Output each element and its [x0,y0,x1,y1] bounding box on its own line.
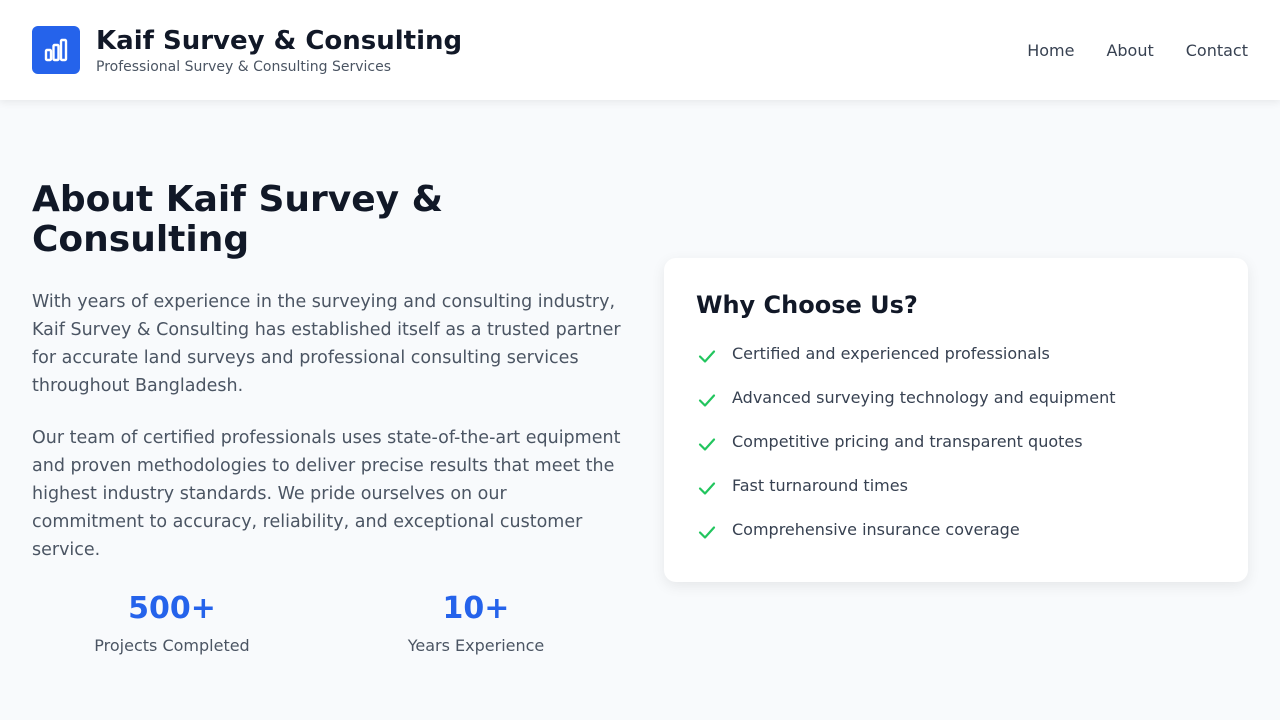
feature-text: Fast turnaround times [732,476,908,495]
check-icon [698,394,716,407]
nav-about-link[interactable]: About [1106,41,1153,60]
about-content: About Kaif Survey & Consulting With year… [32,180,622,564]
brand[interactable]: Kaif Survey & Consulting Professional Su… [32,26,462,75]
feature-text: Certified and experienced professionals [732,344,1050,363]
nav-contact-link[interactable]: Contact [1186,41,1248,60]
list-item: Competitive pricing and transparent quot… [696,430,1216,474]
check-icon [698,350,716,363]
stats: 500+ Projects Completed 10+ Years Experi… [32,590,642,660]
list-item: Fast turnaround times [696,474,1216,518]
stat-value: 500+ [128,591,216,626]
list-item: Certified and experienced professionals [696,342,1216,386]
about-paragraph: With years of experience in the surveyin… [32,292,621,396]
list-item: Advanced surveying technology and equipm… [696,386,1216,430]
about-paragraph: Our team of certified professionals uses… [32,428,621,560]
stat-label: Projects Completed [94,636,250,655]
main-nav: Home About Contact [995,41,1248,60]
feature-text: Competitive pricing and transparent quot… [732,432,1083,451]
why-choose-us-card: Why Choose Us? Certified and experienced… [664,258,1248,582]
check-icon [698,438,716,451]
list-item: Comprehensive insurance coverage [696,518,1216,562]
bar-chart-icon [32,26,80,74]
feature-text: Advanced surveying technology and equipm… [732,388,1116,407]
nav-home-link[interactable]: Home [1027,41,1074,60]
stat-value: 10+ [442,591,510,626]
stat-label: Years Experience [407,636,545,655]
check-icon [698,482,716,495]
about-section: About Kaif Survey & Consulting With year… [32,100,1248,720]
site-header: Kaif Survey & Consulting Professional Su… [0,0,1280,100]
about-title: About Kaif Survey & Consulting [32,179,444,260]
card-title: Why Choose Us? [696,291,918,319]
stat-experience: 10+ Years Experience [336,590,616,655]
brand-name: Kaif Survey & Consulting [96,25,463,56]
check-icon [698,526,716,539]
feature-list: Certified and experienced professionals … [696,342,1216,562]
stat-projects: 500+ Projects Completed [32,590,312,655]
feature-text: Comprehensive insurance coverage [732,520,1020,539]
brand-tagline: Professional Survey & Consulting Service… [96,58,391,75]
